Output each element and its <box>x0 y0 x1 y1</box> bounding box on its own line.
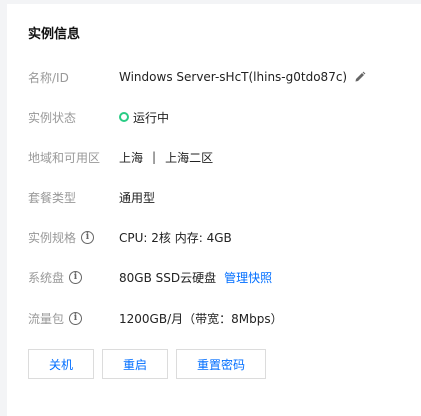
shutdown-button[interactable]: 关机 <box>28 349 94 379</box>
label-traffic: 流量包 i <box>28 310 119 327</box>
label-system-disk: 系统盘 i <box>28 269 119 286</box>
instance-info-card: 实例信息 名称/ID Windows Server-sHcT(lhins-g0t… <box>7 4 421 416</box>
label-plan-type: 套餐类型 <box>28 190 77 205</box>
row-name-id: 名称/ID Windows Server-sHcT(lhins-g0tdo87c… <box>28 67 366 87</box>
region-text: 上海 <box>119 150 144 165</box>
row-status: 实例状态 运行中 <box>28 107 169 127</box>
restart-button[interactable]: 重启 <box>102 349 168 379</box>
region-separator: | <box>152 150 157 164</box>
row-spec: 实例规格 i CPU: 2核 内存: 4GB <box>28 227 232 247</box>
row-plan-type: 套餐类型 通用型 <box>28 187 155 207</box>
pencil-icon[interactable] <box>354 71 366 83</box>
row-system-disk: 系统盘 i 80GB SSD云硬盘 管理快照 <box>28 267 272 287</box>
reset-password-button[interactable]: 重置密码 <box>176 349 266 379</box>
card-title: 实例信息 <box>28 27 81 42</box>
value-traffic: 1200GB/月（带宽：8Mbps） <box>119 311 283 326</box>
status-ring-icon <box>119 112 129 122</box>
value-region: 上海 | 上海二区 <box>119 149 213 166</box>
value-system-disk: 80GB SSD云硬盘 管理快照 <box>119 269 273 286</box>
zone-text: 上海二区 <box>165 150 214 165</box>
info-icon[interactable]: i <box>69 270 83 284</box>
value-plan-type: 通用型 <box>119 190 156 205</box>
label-spec: 实例规格 i <box>28 229 119 246</box>
row-region: 地域和可用区 上海 | 上海二区 <box>28 147 213 167</box>
value-status: 运行中 <box>119 109 169 126</box>
label-region: 地域和可用区 <box>28 150 101 165</box>
info-icon[interactable]: i <box>69 311 83 325</box>
status-text: 运行中 <box>133 110 170 125</box>
value-name-id: Windows Server-sHcT(lhins-g0tdo87c) <box>119 70 366 84</box>
label-status: 实例状态 <box>28 110 77 125</box>
manage-snapshot-link[interactable]: 管理快照 <box>224 269 272 286</box>
value-spec: CPU: 2核 内存: 4GB <box>119 230 232 245</box>
label-name-id: 名称/ID <box>28 70 69 85</box>
row-traffic: 流量包 i 1200GB/月（带宽：8Mbps） <box>28 308 283 328</box>
info-icon[interactable]: i <box>81 230 95 244</box>
